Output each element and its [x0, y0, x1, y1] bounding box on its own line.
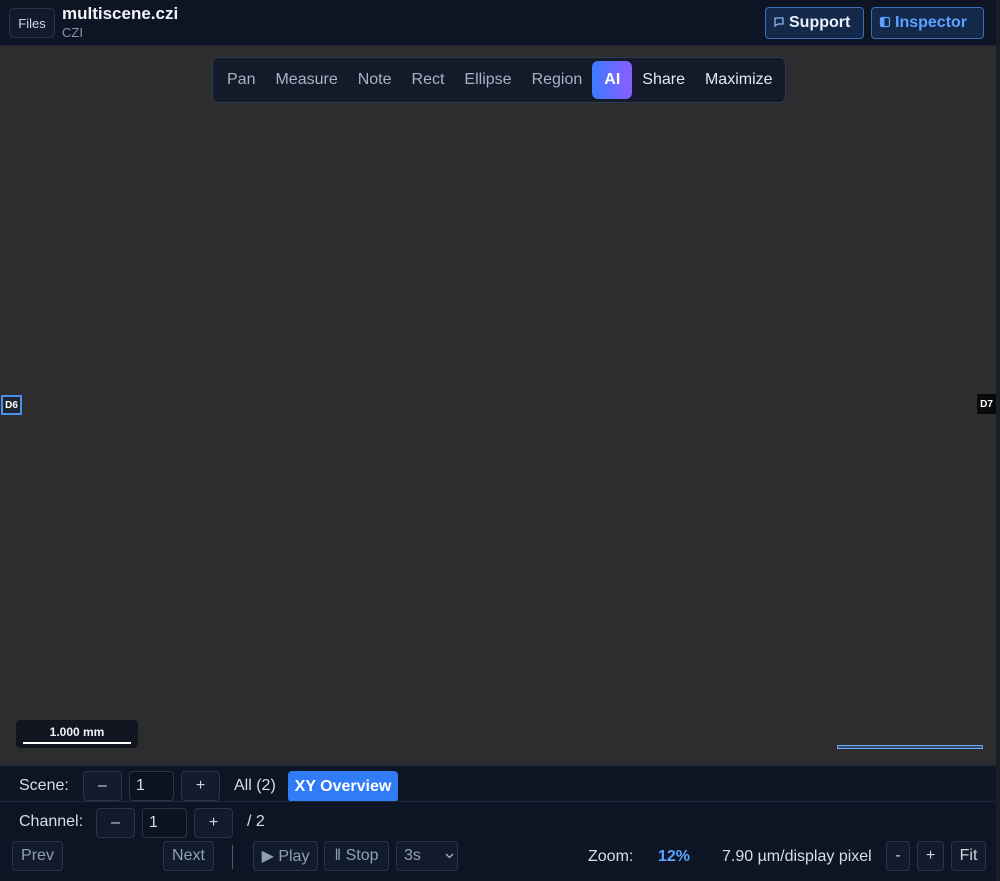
annotation-toolbar: Pan Measure Note Rect Ellipse Region AI …: [212, 57, 786, 103]
file-name: multiscene.czi: [62, 4, 179, 23]
channel-label: Channel:: [19, 813, 84, 830]
chevron-down-icon: [445, 851, 454, 862]
channel-increment-button[interactable]: +: [194, 808, 233, 838]
window-scrollbar[interactable]: [996, 0, 1000, 881]
scene-increment-button[interactable]: +: [181, 771, 220, 801]
tool-maximize[interactable]: Maximize: [695, 61, 783, 99]
top-header: Files multiscene.czi CZI Support Inspect…: [0, 0, 996, 46]
xy-overview-button[interactable]: XY Overview: [288, 771, 398, 802]
tool-region[interactable]: Region: [522, 61, 593, 99]
scene-all-button[interactable]: All (2): [234, 777, 276, 795]
minimap-indicator[interactable]: [837, 745, 983, 749]
scale-bar-label: 1.000 mm: [49, 725, 105, 739]
tool-share[interactable]: Share: [632, 61, 695, 99]
interval-value: 3s: [404, 847, 421, 864]
files-button[interactable]: Files: [9, 8, 55, 38]
interval-select[interactable]: 3s: [396, 841, 458, 871]
tool-ai[interactable]: AI: [592, 61, 633, 99]
tool-pan[interactable]: Pan: [217, 61, 265, 99]
tool-ellipse[interactable]: Ellipse: [454, 61, 521, 99]
next-button[interactable]: Next: [163, 841, 214, 871]
tool-rect[interactable]: Rect: [402, 61, 455, 99]
stop-button[interactable]: ‖ Stop: [324, 841, 389, 871]
bottom-controls: Scene: – 1 + All (2) XY Overview Channel…: [0, 765, 996, 881]
panel-icon: [879, 16, 891, 31]
scene-decrement-button[interactable]: –: [83, 771, 122, 801]
channel-decrement-button[interactable]: –: [96, 808, 135, 838]
tool-measure[interactable]: Measure: [265, 61, 347, 99]
chat-icon: [773, 16, 785, 31]
zoom-in-button[interactable]: +: [917, 841, 944, 871]
playback-divider: [232, 845, 233, 869]
scale-bar: 1.000 mm: [16, 720, 138, 748]
tool-note[interactable]: Note: [348, 61, 402, 99]
row-divider: [0, 801, 996, 802]
marker-d6[interactable]: D6: [1, 395, 22, 415]
scale-bar-line: [23, 742, 131, 744]
channel-input[interactable]: 1: [142, 808, 187, 838]
play-button[interactable]: ▶ Play: [253, 841, 318, 871]
zoom-out-button[interactable]: -: [886, 841, 910, 871]
prev-button[interactable]: Prev: [12, 841, 63, 871]
channel-total: / 2: [247, 813, 265, 830]
app-root: Files multiscene.czi CZI Support Inspect…: [0, 0, 1000, 881]
zoom-label: Zoom:: [588, 848, 634, 865]
file-type: CZI: [62, 25, 83, 40]
resolution-readout: 7.90 µm/display pixel: [722, 848, 872, 865]
zoom-value: 12%: [658, 848, 691, 865]
support-button[interactable]: Support: [765, 7, 864, 39]
support-label: Support: [789, 14, 851, 31]
marker-d7[interactable]: D7: [977, 394, 996, 414]
scene-label: Scene:: [19, 777, 69, 794]
fit-button[interactable]: Fit: [951, 841, 986, 871]
inspector-label: Inspector: [895, 14, 968, 31]
inspector-button[interactable]: Inspector: [871, 7, 984, 39]
image-viewer-canvas[interactable]: D6 D7 1.000 mm: [0, 47, 996, 765]
scene-input[interactable]: 1: [129, 771, 174, 801]
